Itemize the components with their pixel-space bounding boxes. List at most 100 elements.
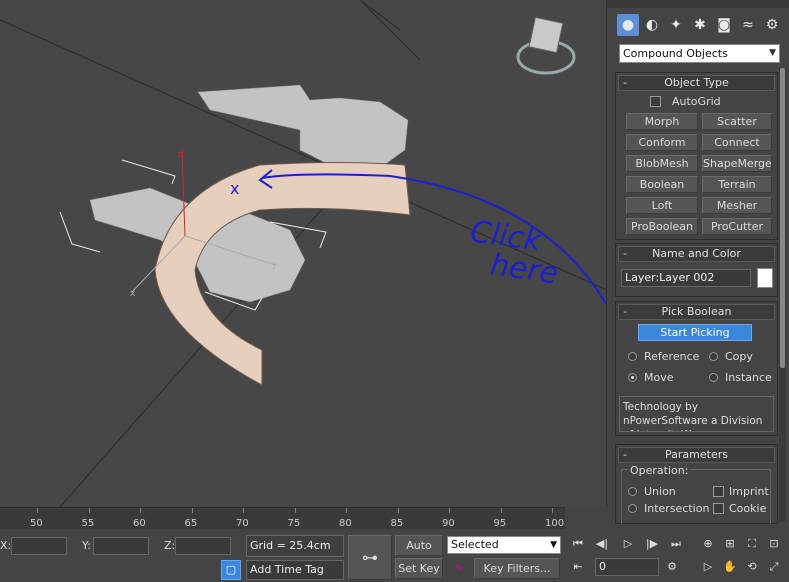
time-config-icon[interactable]: ⚙ (663, 559, 681, 575)
boolean-button[interactable]: Boolean (626, 176, 698, 193)
timeline-tick-label: 90 (442, 518, 455, 529)
time-tag-icon[interactable]: ▢ (221, 560, 241, 580)
command-panel-scrollbar[interactable] (779, 68, 786, 522)
key-mode-toggle-icon[interactable]: ⇤ (569, 559, 587, 575)
key-filters-button[interactable]: Key Filters... (474, 558, 560, 579)
go-to-start-icon[interactable]: ⏮ (569, 536, 587, 552)
z-coord-field[interactable] (175, 537, 231, 555)
cameras-icon[interactable]: ✱ (689, 14, 711, 36)
shapes-icon[interactable]: ◐ (641, 14, 663, 36)
systems-icon[interactable]: ⚙ (761, 14, 783, 36)
x-coord-field[interactable] (11, 537, 67, 555)
timeline-tick-mark (243, 508, 244, 513)
imprint-label: Imprint (729, 485, 769, 498)
copy-radio[interactable] (709, 352, 718, 361)
create-category-icons: ● ◐ ✦ ✱ ◙ ≈ ⚙ (615, 14, 787, 38)
object-type-header[interactable]: - Object Type (618, 75, 775, 91)
cookie-label: Cookie (729, 502, 767, 515)
scrollbar-thumb[interactable] (780, 68, 785, 368)
svg-text:y: y (272, 260, 278, 270)
timeline-tick-mark (191, 508, 193, 513)
mesher-button[interactable]: Mesher (702, 197, 772, 214)
timeline-tick-mark (140, 508, 141, 513)
timeline-tick-mark (500, 508, 502, 513)
z-coord-label: Z: (164, 539, 176, 552)
blobmesh-button[interactable]: BlobMesh (626, 155, 698, 172)
instance-radio[interactable] (709, 373, 718, 382)
reference-label: Reference (644, 350, 700, 363)
go-to-end-icon[interactable]: ⏭ (667, 536, 685, 552)
key-selection-dropdown[interactable]: Selected ▼ (447, 536, 561, 554)
morph-button[interactable]: Morph (626, 113, 698, 130)
lights-icon[interactable]: ✦ (665, 14, 687, 36)
command-panel-tabs[interactable] (607, 0, 789, 8)
zoom-icon[interactable]: ⊕ (699, 536, 717, 552)
intersection-radio[interactable] (628, 504, 637, 513)
category-dropdown[interactable]: Compound Objects ▼ (619, 44, 780, 63)
instance-label: Instance (725, 371, 772, 384)
terrain-button[interactable]: Terrain (702, 176, 772, 193)
intersection-label: Intersection (644, 502, 710, 515)
svg-text:x: x (130, 289, 136, 299)
reference-radio[interactable] (628, 352, 637, 361)
union-radio[interactable] (628, 487, 637, 496)
field-of-view-icon[interactable]: ▷ (699, 559, 717, 575)
curve-editor-icon[interactable]: ∿ (448, 558, 470, 578)
imprint-checkbox[interactable] (713, 486, 724, 497)
conform-button[interactable]: Conform (626, 134, 698, 151)
cookie-checkbox[interactable] (713, 503, 724, 514)
shapemerge-button[interactable]: ShapeMerge (702, 155, 772, 172)
set-key-button[interactable]: Set Key (395, 558, 443, 579)
loft-button[interactable]: Loft (626, 197, 698, 214)
procutter-button[interactable]: ProCutter (702, 218, 772, 235)
play-icon[interactable]: ▷ (619, 536, 637, 552)
proboolean-button[interactable]: ProBoolean (626, 218, 698, 235)
parameters-rollout: - Parameters Operation: Union Imprint Int… (615, 444, 778, 525)
auto-key-button[interactable]: Auto Key (395, 535, 443, 571)
zoom-extents-all-icon[interactable]: ⊡ (765, 536, 783, 552)
playback-controls: ⏮ ◀| ▷ |▶ ⏭ 0 ⇤ ⚙ ⊕ ⊞ ⛶ ⊡ ▷ ✋ ⟲ ⤢ (565, 524, 789, 582)
timeline-tick-label: 85 (390, 518, 404, 529)
move-radio[interactable] (628, 373, 637, 382)
pan-icon[interactable]: ✋ (721, 559, 739, 575)
next-frame-icon[interactable]: |▶ (643, 536, 661, 552)
set-key-mode-button[interactable]: ⊶ (348, 535, 392, 580)
geometry-icon[interactable]: ● (617, 14, 639, 36)
parameters-header[interactable]: - Parameters (618, 447, 775, 463)
timeline-ruler[interactable]: 50 55 60 65 70 75 80 85 90 95 100 (0, 507, 565, 529)
key-icon: ⊶ (362, 548, 378, 567)
start-picking-button[interactable]: Start Picking (638, 324, 752, 341)
back-mesh-piece (197, 84, 409, 171)
object-name-field[interactable]: Layer:Layer 002 (621, 269, 751, 287)
spacewarps-icon[interactable]: ≈ (737, 14, 759, 36)
timeline-tick-label: 50 (30, 518, 43, 529)
add-time-tag-field[interactable]: Add Time Tag (246, 560, 344, 580)
perspective-viewport[interactable]: z y x x Click here (0, 0, 607, 507)
viewcube[interactable] (528, 16, 564, 54)
move-label: Move (644, 371, 674, 384)
timeline-tick-label: 55 (81, 518, 95, 529)
name-and-color-rollout: - Name and Color Layer:Layer 002 (615, 243, 778, 297)
scatter-button[interactable]: Scatter (702, 113, 772, 130)
maximize-viewport-icon[interactable]: ⤢ (765, 559, 783, 575)
timeline-tick-label: 95 (493, 518, 507, 529)
name-and-color-header[interactable]: - Name and Color (618, 246, 775, 262)
autogrid-checkbox[interactable] (650, 96, 661, 107)
current-frame-field[interactable]: 0 (595, 558, 659, 576)
object-color-swatch[interactable] (757, 268, 773, 288)
previous-frame-icon[interactable]: ◀| (593, 536, 611, 552)
y-coord-label: Y: (82, 539, 91, 552)
timeline-tick-mark (37, 508, 38, 513)
command-panel: ● ◐ ✦ ✱ ◙ ≈ ⚙ Compound Objects ▼ - Object … (607, 0, 789, 525)
orbit-icon[interactable]: ⟲ (743, 559, 761, 575)
zoom-extents-icon[interactable]: ⛶ (743, 536, 761, 552)
credit-info-text: Technology by nPowerSoftware a Division … (619, 396, 774, 432)
pick-boolean-rollout: - Pick Boolean Start Picking Reference Co… (615, 301, 778, 436)
connect-button[interactable]: Connect (702, 134, 772, 151)
timeline-tick-label: 75 (287, 518, 301, 529)
helpers-icon[interactable]: ◙ (713, 14, 735, 36)
chevron-down-icon: ▼ (550, 540, 557, 550)
y-coord-field[interactable] (93, 537, 149, 555)
zoom-all-icon[interactable]: ⊞ (721, 536, 739, 552)
pick-boolean-header[interactable]: - Pick Boolean (618, 304, 775, 320)
